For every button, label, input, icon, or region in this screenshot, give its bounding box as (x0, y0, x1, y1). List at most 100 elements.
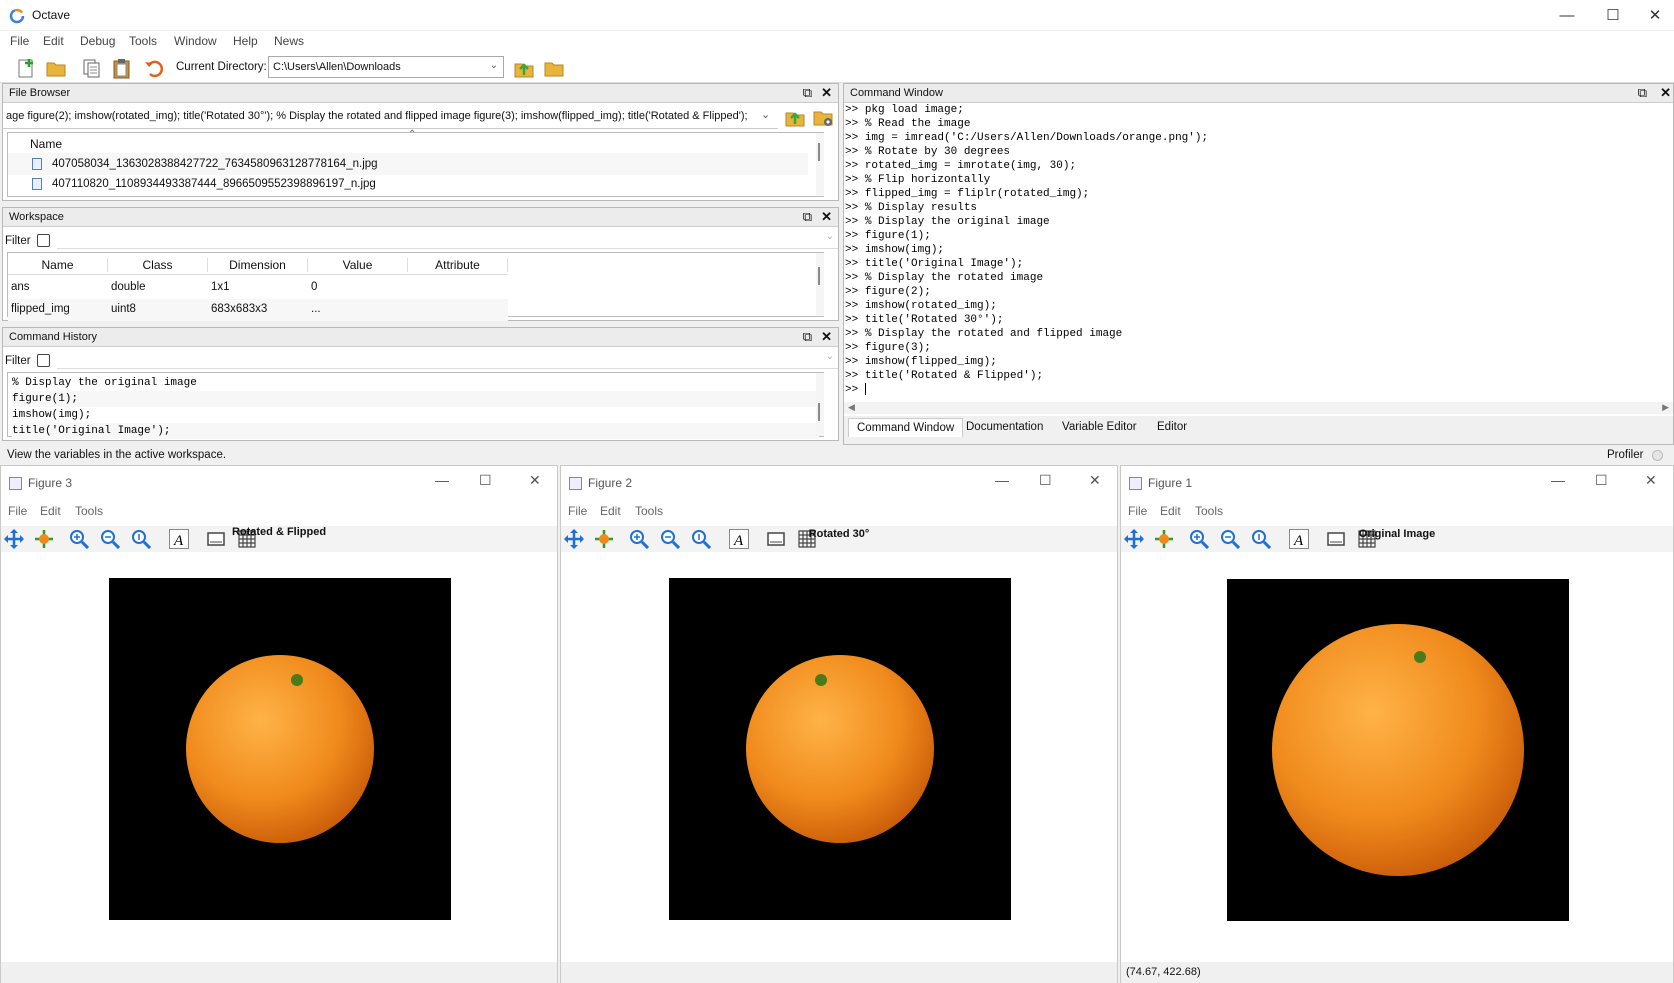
prompt: >> (845, 342, 865, 354)
figure-menu-edit[interactable]: Edit (1160, 504, 1181, 518)
paste-icon[interactable] (110, 56, 134, 80)
column-header-class[interactable]: Class (108, 258, 208, 272)
maximize-button[interactable]: ☐ (1590, 0, 1636, 30)
column-header-value[interactable]: Value (308, 258, 408, 272)
scroll-right-icon[interactable]: ▶ (1662, 402, 1669, 413)
tab-editor[interactable]: Editor (1149, 418, 1195, 436)
close-panel-icon[interactable]: ✕ (821, 329, 832, 345)
folder-settings-icon[interactable] (811, 105, 837, 129)
history-item[interactable]: title('Original Image'); (12, 423, 819, 439)
close-button[interactable]: ✕ (1636, 0, 1674, 30)
image-axes[interactable] (1227, 579, 1569, 921)
figure-status-bar: (74.67, 422.68) (1121, 962, 1673, 983)
menu-edit[interactable]: Edit (43, 34, 64, 48)
menu-help[interactable]: Help (233, 34, 258, 48)
undock-icon[interactable]: ⧉ (1638, 85, 1647, 101)
close-panel-icon[interactable]: ✕ (1660, 85, 1671, 101)
filter-checkbox[interactable] (37, 354, 50, 367)
menu-tools[interactable]: Tools (129, 34, 157, 48)
prompt: >> (845, 174, 865, 186)
prompt: >> (845, 146, 865, 158)
close-panel-icon[interactable]: ✕ (821, 209, 832, 225)
new-script-icon[interactable] (14, 56, 38, 80)
minimize-button[interactable]: — (1544, 0, 1590, 30)
figure-window-title: Figure 1 (1148, 476, 1193, 490)
maximize-button[interactable]: ☐ (1595, 472, 1608, 489)
command-text: % Flip horizontally (864, 174, 991, 186)
undo-icon[interactable] (142, 56, 166, 80)
cell-value: 0 (311, 281, 318, 293)
close-button[interactable]: ✕ (1089, 472, 1101, 489)
parent-directory-icon[interactable] (783, 105, 809, 129)
figure-menu-edit[interactable]: Edit (600, 504, 621, 518)
command-output[interactable]: >> pkg load image; >> % Read the image >> … (844, 103, 1673, 403)
figure-menu-file[interactable]: File (8, 504, 27, 518)
figure-menu-tools[interactable]: Tools (1195, 504, 1223, 518)
undock-icon[interactable]: ⧉ (803, 85, 812, 101)
current-directory-label: Current Directory: (176, 61, 267, 73)
history-item[interactable]: imshow(img); (12, 407, 819, 423)
figure-menu-file[interactable]: File (568, 504, 587, 518)
command-line: >> flipped_img = fliplr(rotated_img); (845, 187, 1673, 201)
menu-bar: File Edit Debug Tools Window Help News (0, 31, 1674, 52)
column-header-dimension[interactable]: Dimension (208, 258, 308, 272)
tab-variable-editor[interactable]: Variable Editor (1054, 418, 1145, 436)
figure-menu-tools[interactable]: Tools (75, 504, 103, 518)
filter-input[interactable]: ⌄ (57, 231, 838, 249)
list-item[interactable]: 407058034_1363028388427722_7634580963128… (8, 153, 808, 175)
scroll-left-icon[interactable]: ◀ (848, 402, 855, 413)
tab-command-window[interactable]: Command Window (848, 418, 964, 437)
scrollbar[interactable] (816, 133, 824, 196)
image-axes[interactable] (669, 578, 1011, 920)
column-header-attribute[interactable]: Attribute (408, 258, 508, 272)
command-text: title('Original Image'); (864, 258, 1024, 270)
close-panel-icon[interactable]: ✕ (821, 85, 832, 101)
table-row[interactable]: ans double 1x1 0 (8, 277, 508, 299)
filter-input[interactable]: ⌄ (57, 351, 838, 369)
list-item[interactable]: 407110820_1108934493387444_8966509552398… (8, 173, 808, 195)
figure-menu-edit[interactable]: Edit (40, 504, 61, 518)
filter-checkbox[interactable] (37, 234, 50, 247)
column-header-name[interactable]: Name (8, 258, 108, 272)
horizontal-scrollbar[interactable]: ◀ ▶ (844, 402, 1673, 414)
figure-menu-tools[interactable]: Tools (635, 504, 663, 518)
prompt: >> (845, 104, 865, 116)
command-line: >> imshow(flipped_img); (845, 355, 1673, 369)
command-history-title: Command History (9, 331, 98, 343)
table-row[interactable]: flipped_img uint8 683x683x3 ... (8, 299, 508, 321)
minimize-button[interactable]: — (1551, 472, 1565, 488)
scrollbar[interactable] (816, 253, 824, 316)
scrollbar[interactable] (816, 373, 824, 436)
figure-menu-file[interactable]: File (1128, 504, 1147, 518)
minimize-button[interactable]: — (435, 472, 449, 488)
octave-logo-icon (9, 8, 25, 24)
chevron-down-icon[interactable]: ⌄ (761, 108, 770, 121)
current-directory-combobox[interactable]: C:\Users\Allen\Downloads ⌄ (268, 56, 504, 78)
column-header-name[interactable]: Name (30, 137, 62, 151)
tab-documentation[interactable]: Documentation (958, 418, 1051, 436)
prompt: >> (845, 132, 865, 144)
maximize-button[interactable]: ☐ (1039, 472, 1052, 489)
close-button[interactable]: ✕ (1645, 472, 1657, 489)
profiler-indicator-icon[interactable] (1652, 450, 1663, 461)
history-item[interactable]: figure(1); (12, 391, 819, 407)
menu-file[interactable]: File (10, 34, 29, 48)
undock-icon[interactable]: ⧉ (803, 329, 812, 345)
open-folder-icon[interactable] (44, 56, 68, 80)
menu-news[interactable]: News (274, 34, 304, 48)
image-axes[interactable] (109, 578, 451, 920)
close-button[interactable]: ✕ (529, 472, 541, 489)
undock-icon[interactable]: ⧉ (803, 209, 812, 225)
filter-label: Filter (5, 355, 31, 367)
command-text: img = imread('C:/Users/Allen/Downloads/o… (864, 132, 1209, 144)
file-browser-path-input[interactable]: age figure(2); imshow(rotated_img); titl… (3, 105, 778, 129)
chevron-down-icon[interactable]: ⌄ (490, 60, 498, 71)
menu-debug[interactable]: Debug (80, 34, 115, 48)
browse-folder-icon[interactable] (542, 56, 566, 80)
maximize-button[interactable]: ☐ (479, 472, 492, 489)
history-item[interactable]: % Display the original image (12, 375, 819, 391)
copy-icon[interactable] (80, 56, 104, 80)
parent-directory-icon[interactable] (512, 56, 536, 80)
minimize-button[interactable]: — (995, 472, 1009, 488)
menu-window[interactable]: Window (174, 34, 217, 48)
